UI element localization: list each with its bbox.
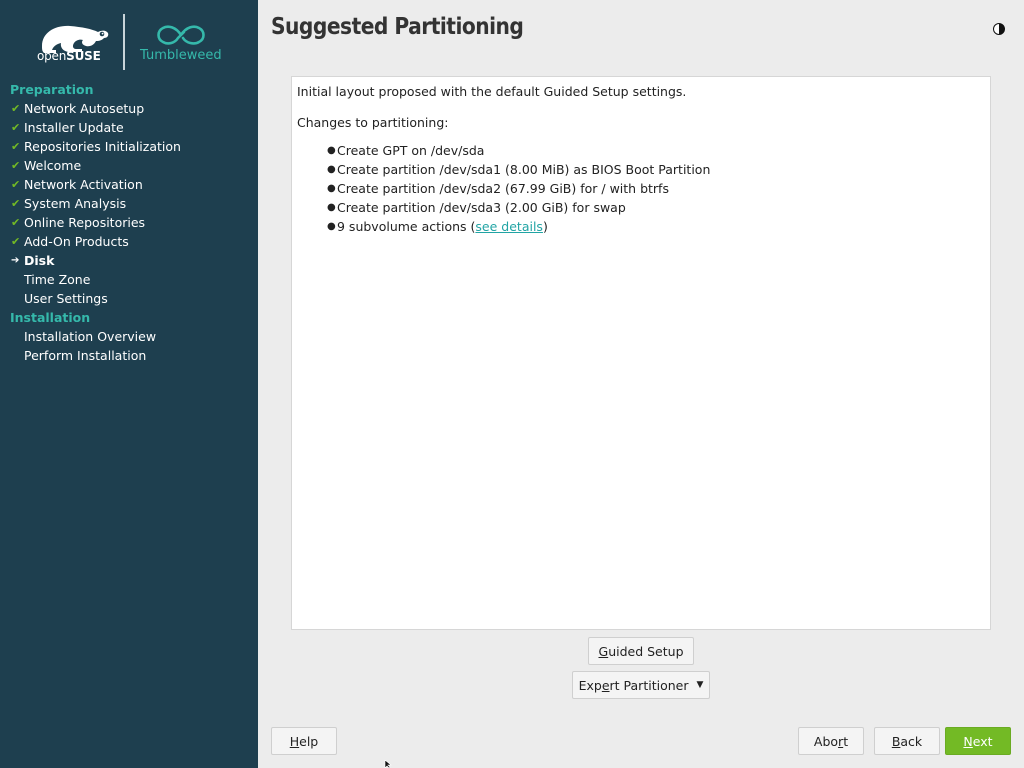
list-item-text: Create GPT on /dev/sda: [337, 143, 485, 158]
step-label: Disk: [24, 253, 55, 268]
step-network-activation: ✔ Network Activation: [0, 175, 258, 194]
mnemonic: B: [891, 733, 901, 749]
step-network-autosetup: ✔ Network Autosetup: [0, 99, 258, 118]
section-installation: Installation: [10, 310, 91, 325]
bullet-icon: ●: [327, 221, 336, 232]
step-perform-installation: Perform Installation: [0, 346, 258, 365]
step-label: Time Zone: [24, 272, 91, 287]
intro-text: Initial layout proposed with the default…: [297, 84, 687, 99]
checkmark-icon: ✔: [11, 140, 21, 153]
step-label: Network Autosetup: [24, 101, 145, 116]
sidebar: openSUSE Tumbleweed Preparation ✔ Network…: [0, 0, 258, 768]
see-details-link[interactable]: see details: [475, 219, 543, 234]
changes-heading: Changes to partitioning:: [297, 115, 449, 130]
checkmark-icon: ✔: [11, 235, 21, 248]
logo-area: openSUSE Tumbleweed: [0, 0, 258, 78]
list-item-subvolumes: ● 9 subvolume actions (see details): [327, 217, 985, 236]
step-welcome: ✔ Welcome: [0, 156, 258, 175]
bullet-icon: ●: [327, 183, 336, 194]
bullet-icon: ●: [327, 145, 336, 156]
step-installer-update: ✔ Installer Update: [0, 118, 258, 137]
step-label: Add-On Products: [24, 234, 129, 249]
mnemonic: e: [601, 677, 610, 693]
button-label: Exp: [578, 677, 602, 693]
tumbleweed-wordmark: Tumbleweed: [140, 48, 222, 63]
mnemonic: G: [598, 643, 609, 659]
list-item-text: Create partition /dev/sda2 (67.99 GiB) f…: [337, 181, 669, 196]
step-add-on-products: ✔ Add-On Products: [0, 232, 258, 251]
button-label: t: [843, 733, 849, 749]
tumbleweed-infinity-logo: [157, 25, 205, 45]
button-label: ack: [900, 733, 923, 749]
checkmark-icon: ✔: [11, 178, 21, 191]
back-button[interactable]: Back: [874, 727, 940, 755]
step-label: System Analysis: [24, 196, 127, 211]
mouse-pointer-icon: [384, 760, 392, 768]
partitioning-summary: Initial layout proposed with the default…: [291, 76, 991, 630]
list-item: ● Create partition /dev/sda3 (2.00 GiB) f…: [327, 198, 985, 217]
page-title: Suggested Partitioning: [271, 14, 524, 40]
step-time-zone: Time Zone: [0, 270, 258, 289]
guided-setup-button[interactable]: Guided Setup: [588, 637, 694, 665]
half-moon-icon[interactable]: [992, 22, 1006, 36]
step-label: Online Repositories: [24, 215, 146, 230]
changes-list: ● Create GPT on /dev/sda ● Create partitio…: [327, 141, 985, 236]
step-label: User Settings: [24, 291, 108, 306]
step-online-repositories: ✔ Online Repositories: [0, 213, 258, 232]
checkmark-icon: ✔: [11, 216, 21, 229]
button-label: uided Setup: [608, 643, 684, 659]
mnemonic: N: [963, 733, 973, 749]
abort-button[interactable]: Abo r t: [798, 727, 864, 755]
button-label: elp: [299, 733, 319, 749]
subvolume-suffix: ): [542, 219, 548, 234]
checkmark-icon: ✔: [11, 121, 21, 134]
step-repositories-initialization: ✔ Repositories Initialization: [0, 137, 258, 156]
list-item: ● Create partition /dev/sda1 (8.00 MiB) a…: [327, 160, 985, 179]
step-label: Repositories Initialization: [24, 139, 181, 154]
step-label: Perform Installation: [24, 348, 147, 363]
button-label: Abo: [813, 733, 839, 749]
bullet-icon: ●: [327, 202, 336, 213]
step-installation-overview: Installation Overview: [0, 327, 258, 346]
installation-steps: Preparation ✔ Network Autosetup ✔ Installe…: [0, 80, 258, 365]
help-button[interactable]: Help: [271, 727, 337, 755]
list-item-text: Create partition /dev/sda1 (8.00 MiB) as…: [337, 162, 711, 177]
mnemonic: H: [289, 733, 300, 749]
list-item: ● Create GPT on /dev/sda: [327, 141, 985, 160]
list-item-text: Create partition /dev/sda3 (2.00 GiB) fo…: [337, 200, 626, 215]
expert-partitioner-dropdown[interactable]: Exp e rt Partitioner ▼: [572, 671, 710, 699]
step-disk: ➔ Disk: [0, 251, 258, 270]
section-preparation: Preparation: [10, 82, 94, 97]
step-system-analysis: ✔ System Analysis: [0, 194, 258, 213]
button-label: ext: [972, 733, 993, 749]
checkmark-icon: ✔: [11, 159, 21, 172]
logo-divider: [123, 14, 125, 70]
caret-down-icon: ▼: [696, 680, 704, 690]
step-label: Installation Overview: [24, 329, 157, 344]
button-label: rt Partitioner: [609, 677, 689, 693]
opensuse-wordmark: openSUSE: [37, 49, 101, 63]
bullet-icon: ●: [327, 164, 336, 175]
checkmark-icon: ✔: [11, 102, 21, 115]
step-label: Installer Update: [24, 120, 124, 135]
arrow-right-icon: ➔: [11, 255, 20, 266]
list-item: ● Create partition /dev/sda2 (67.99 GiB) …: [327, 179, 985, 198]
step-label: Network Activation: [24, 177, 143, 192]
step-user-settings: User Settings: [0, 289, 258, 308]
next-button[interactable]: Next: [945, 727, 1011, 755]
checkmark-icon: ✔: [11, 197, 21, 210]
subvolume-text: 9 subvolume actions (: [337, 219, 476, 234]
step-label: Welcome: [24, 158, 82, 173]
